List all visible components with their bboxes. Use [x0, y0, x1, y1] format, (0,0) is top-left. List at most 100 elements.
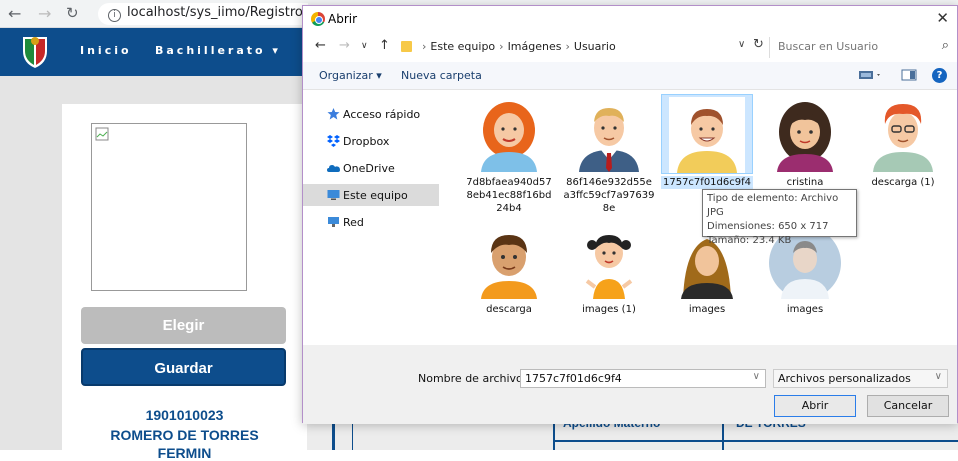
navigation-pane: Acceso rápido Dropbox OneDrive Este equi…: [303, 91, 453, 345]
sidebar-item-label: Red: [343, 216, 364, 229]
dropbox-icon: [327, 135, 340, 147]
student-first-name: FERMIN: [157, 445, 212, 461]
student-id: 1901010023: [145, 407, 224, 423]
site-navbar: Inicio Bachillerato ▾: [0, 28, 305, 76]
broken-image-icon: [95, 127, 109, 141]
table-border: [553, 424, 555, 450]
filename-input[interactable]: 1757c7f01d6c9f4 ∨: [520, 369, 766, 388]
search-icon[interactable]: ⌕: [942, 38, 949, 53]
file-item[interactable]: cristina: [759, 94, 851, 189]
table-border: [553, 440, 958, 442]
file-item[interactable]: descarga (1): [857, 94, 949, 189]
table-border: [352, 424, 353, 450]
folder-icon: [401, 41, 412, 52]
sidebar-item-label: OneDrive: [343, 162, 395, 175]
address-row: ← → ∨ ↑ › Este equipo › Imágenes › Usuario ∨ …: [303, 34, 957, 60]
file-item[interactable]: descarga: [463, 221, 555, 316]
close-icon[interactable]: ✕: [936, 9, 949, 27]
open-file-dialog: Abrir ✕ ← → ∨ ↑ › Este equipo › Imágenes › Us…: [302, 5, 958, 424]
breadcrumb-item[interactable]: Usuario: [574, 40, 616, 53]
back-arrow-icon[interactable]: ←: [8, 4, 21, 23]
breadcrumb-item[interactable]: Imágenes: [508, 40, 562, 53]
dialog-footer: Nombre de archivo: 1757c7f01d6c9f4 ∨ Arc…: [303, 345, 957, 424]
help-icon[interactable]: ?: [932, 68, 947, 83]
avatar-thumbnail: [571, 223, 647, 299]
avatar-thumbnail: [571, 96, 647, 172]
file-tooltip: Tipo de elemento: Archivo JPG Dimensione…: [702, 189, 857, 246]
file-item-selected[interactable]: 1757c7f01d6c9f4: [661, 94, 753, 189]
filename-value: 1757c7f01d6c9f4: [525, 372, 622, 385]
file-name: descarga: [486, 304, 532, 315]
sidebar-item-network[interactable]: Red: [303, 211, 439, 233]
file-name: images: [786, 304, 824, 315]
avatar-thumbnail: [865, 96, 941, 172]
forward-arrow-icon[interactable]: →: [339, 38, 350, 53]
dialog-toolbar: Organizar ▾ Nueva carpeta ?: [303, 62, 957, 90]
info-icon[interactable]: i: [108, 9, 121, 22]
save-button[interactable]: Guardar: [81, 348, 286, 386]
file-name: images: [688, 304, 726, 315]
preview-pane-icon[interactable]: [901, 68, 917, 82]
school-logo: [23, 37, 47, 68]
table-border: [332, 424, 335, 450]
dialog-title: Abrir: [328, 12, 358, 26]
search-input[interactable]: Buscar en Usuario ⌕: [769, 37, 953, 58]
file-name: 86f146e932d55e a3ffc59cf7a97639 8e: [563, 177, 655, 214]
cancel-button[interactable]: Cancelar: [867, 395, 949, 417]
cloud-icon: [327, 165, 340, 172]
avatar-thumbnail: [471, 96, 547, 172]
computer-icon: [327, 190, 340, 200]
filename-label: Nombre de archivo:: [418, 372, 527, 385]
file-list: 7d8bfaea940d57 8eb41ec88f16bd 24b4 86f14…: [455, 91, 958, 345]
photo-preview: [91, 123, 247, 291]
file-item[interactable]: images (1): [563, 221, 655, 316]
sidebar-item-this-pc[interactable]: Este equipo: [303, 184, 439, 206]
star-icon: [327, 108, 340, 120]
file-name: descarga (1): [871, 177, 935, 188]
avatar-thumbnail: [471, 223, 547, 299]
url-text: localhost/sys_iimo/Registros/: [127, 5, 308, 20]
breadcrumb[interactable]: › Este equipo › Imágenes › Usuario: [418, 40, 616, 53]
file-item[interactable]: 7d8bfaea940d57 8eb41ec88f16bd 24b4: [463, 94, 555, 215]
breadcrumb-item[interactable]: Este equipo: [430, 40, 495, 53]
filetype-select[interactable]: Archivos personalizados ∨: [773, 369, 948, 388]
chevron-down-icon[interactable]: ∨: [738, 39, 745, 50]
up-arrow-icon[interactable]: ↑: [379, 38, 390, 53]
reload-icon[interactable]: ↻: [66, 4, 79, 22]
forward-arrow-icon[interactable]: →: [38, 4, 51, 23]
tooltip-dimensions: Dimensiones: 650 x 717: [707, 221, 829, 232]
file-name: 7d8bfaea940d57 8eb41ec88f16bd 24b4: [466, 177, 552, 214]
chevron-down-icon[interactable]: ∨: [753, 371, 760, 382]
student-name: ROMERO DE TORRES: [110, 427, 259, 443]
tooltip-size: Tamaño: 23.4 KB: [707, 235, 792, 246]
sidebar-item-label: Dropbox: [343, 135, 390, 148]
chevron-down-icon[interactable]: ∨: [935, 371, 942, 382]
avatar-thumbnail: [767, 96, 843, 172]
nav-bachillerato[interactable]: Bachillerato ▾: [155, 44, 281, 57]
sidebar-item-onedrive[interactable]: OneDrive: [303, 157, 439, 179]
address-bar[interactable]: i localhost/sys_iimo/Registros/: [98, 3, 308, 25]
table-border: [722, 424, 724, 450]
file-name: 1757c7f01d6c9f4: [661, 176, 753, 189]
choose-photo-button[interactable]: Elegir: [81, 307, 286, 344]
file-item[interactable]: 86f146e932d55e a3ffc59cf7a97639 8e: [563, 94, 655, 215]
chrome-icon: [311, 12, 325, 26]
search-placeholder: Buscar en Usuario: [778, 40, 879, 53]
refresh-icon[interactable]: ↻: [753, 37, 764, 52]
sidebar-item-label: Este equipo: [343, 189, 408, 202]
sidebar-item-label: Acceso rápido: [343, 108, 421, 121]
sidebar-item-quick-access[interactable]: Acceso rápido: [303, 103, 439, 125]
organize-menu[interactable]: Organizar ▾: [319, 69, 382, 82]
sidebar-item-dropbox[interactable]: Dropbox: [303, 130, 439, 152]
network-icon: [328, 217, 339, 227]
nav-inicio[interactable]: Inicio: [80, 44, 132, 57]
open-button[interactable]: Abrir: [774, 395, 856, 417]
file-name: cristina: [786, 177, 824, 188]
tooltip-type: Tipo de elemento: Archivo JPG: [707, 193, 839, 218]
chevron-down-icon[interactable]: ∨: [361, 41, 368, 51]
file-name: images (1): [582, 304, 636, 315]
back-arrow-icon[interactable]: ←: [315, 38, 326, 53]
new-folder-button[interactable]: Nueva carpeta: [401, 69, 482, 82]
dialog-titlebar: Abrir ✕: [303, 6, 957, 32]
view-options-icon[interactable]: [858, 68, 884, 82]
